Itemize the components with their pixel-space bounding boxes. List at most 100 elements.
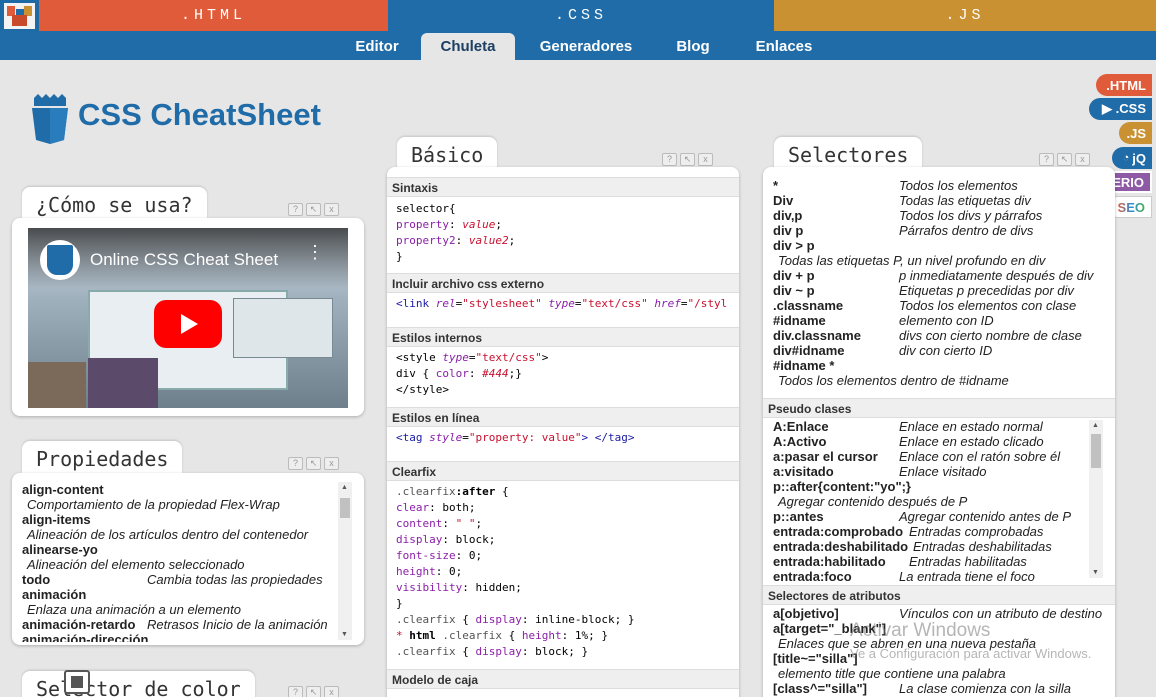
expand-icon[interactable]: ↖ — [306, 203, 321, 216]
panel-propiedades: align-content Comportamiento de la propie… — [12, 473, 364, 645]
list-item-selector: [title~="silla"] — [773, 651, 858, 666]
pseudo-scrollbar[interactable]: ▲ ▼ — [1089, 420, 1103, 578]
list-item: align-items — [22, 512, 342, 527]
help-icon[interactable]: ? — [1039, 153, 1054, 166]
close-icon[interactable]: x — [698, 153, 713, 166]
nav-generadores[interactable]: Generadores — [531, 33, 641, 60]
section-linea: Estilos en línea — [387, 407, 739, 427]
scroll-up-icon[interactable]: ▲ — [341, 484, 348, 491]
list-item: align-content — [22, 482, 342, 497]
list-item-selector: animación — [22, 587, 87, 602]
badge-html[interactable]: .HTML — [1096, 74, 1152, 96]
list-item-description: La entrada tiene el foco — [899, 569, 1035, 581]
lang-tab-js[interactable]: .JS — [774, 0, 1156, 31]
list-item-description: Agregar contenido antes de P — [899, 509, 1072, 524]
list-item-note: elemento title que contiene una palabra — [778, 666, 1006, 681]
code-linea: <tag style="property: value"> </tag> — [396, 431, 635, 444]
scroll-up-icon[interactable]: ▲ — [1092, 422, 1099, 429]
list-item: * Todos los elementos — [773, 178, 1113, 193]
scroll-thumb[interactable] — [340, 498, 350, 518]
badge-js[interactable]: .JS — [1119, 122, 1152, 144]
help-icon[interactable]: ? — [288, 203, 303, 216]
list-item-selector: align-content — [22, 482, 104, 497]
scroll-thumb[interactable] — [1091, 434, 1101, 468]
help-icon[interactable]: ? — [288, 686, 303, 697]
list-item: entrada:habilitado Entradas habilitadas — [773, 554, 1093, 569]
list-item-selector: Div — [773, 193, 794, 208]
nav-blog[interactable]: Blog — [665, 33, 721, 60]
list-item-selector: * — [773, 178, 779, 193]
expand-icon[interactable]: ↖ — [680, 153, 695, 166]
list-item: A:Enlace Enlace en estado normal — [773, 419, 1093, 434]
list-item-description: divs con cierto nombre de clase — [899, 328, 1082, 343]
list-item: .classname Todos los elementos con clase — [773, 298, 1113, 313]
list-item: a:pasar el cursor Enlace con el ratón sob… — [773, 449, 1093, 464]
close-icon[interactable]: x — [1075, 153, 1090, 166]
list-item: [class^="silla"] La clase comienza con la… — [773, 681, 1113, 696]
close-icon[interactable]: x — [324, 203, 339, 216]
list-item: div ~ p Etiquetas p precedidas por div — [773, 283, 1113, 298]
list-item-note: Agregar contenido después de P — [778, 494, 968, 509]
list-item: animación-retardo Retrasos Inicio de la a… — [22, 617, 342, 632]
list-item-description: div con cierto ID — [899, 343, 993, 358]
panel-controls: ? ↖ x — [288, 203, 339, 216]
panel-tab-como: ¿Cómo se usa? — [22, 187, 207, 219]
channel-avatar — [40, 240, 80, 280]
list-item: animación-dirección — [22, 632, 342, 642]
expand-icon[interactable]: ↖ — [1057, 153, 1072, 166]
code-externo: <link rel="stylesheet" type="text/css" h… — [396, 297, 728, 310]
youtube-play-icon[interactable] — [154, 300, 222, 348]
badge-jquery[interactable]: ◔ jQ — [1112, 147, 1152, 169]
section-pseudo: Pseudo clases — [763, 398, 1115, 418]
list-item: alinearse-yo — [22, 542, 342, 557]
list-item: entrada:foco La entrada tiene el foco — [773, 569, 1093, 581]
list-item-selector: p::antes — [773, 509, 824, 524]
properties-scrollbar[interactable]: ▲ ▼ — [338, 482, 352, 640]
list-item-description: Todos los divs y párrafos — [899, 208, 1043, 223]
list-item-selector: div ~ p — [773, 283, 815, 298]
section-clearfix: Clearfix — [387, 461, 739, 481]
video-thumbnail[interactable]: Online CSS Cheat Sheet ⋮ — [28, 228, 348, 408]
panel-tab-selectores: Selectores — [774, 137, 923, 169]
more-icon[interactable]: ⋮ — [306, 243, 324, 261]
lang-tab-css[interactable]: .CSS — [388, 0, 774, 31]
list-item-selector: animación-retardo — [22, 617, 136, 632]
list-item-selector: div.classname — [773, 328, 861, 343]
list-item-selector: A:Activo — [773, 434, 827, 449]
nav-chuleta[interactable]: Chuleta — [421, 33, 515, 60]
color-swatch-icon[interactable] — [64, 670, 90, 694]
list-item-description: Enlace visitado — [899, 464, 987, 479]
section-internos: Estilos internos — [387, 327, 739, 347]
scroll-down-icon[interactable]: ▼ — [341, 631, 348, 638]
jquery-icon: ◔ — [1122, 152, 1130, 164]
nav-enlaces[interactable]: Enlaces — [745, 33, 823, 60]
badge-css[interactable]: ▶ .CSS — [1089, 98, 1152, 120]
list-item-description: p inmediatamente después de div — [899, 268, 1094, 283]
panel-controls: ? ↖ x — [662, 153, 713, 166]
panel-tab-color: Selector de color — [22, 671, 255, 697]
help-icon[interactable]: ? — [288, 457, 303, 470]
list-item: Div Todas las etiquetas div — [773, 193, 1113, 208]
lang-tab-html[interactable]: .HTML — [39, 0, 388, 31]
close-icon[interactable]: x — [324, 686, 339, 697]
list-item-description: Párrafos dentro de divs — [899, 223, 1034, 238]
expand-icon[interactable]: ↖ — [306, 686, 321, 697]
close-icon[interactable]: x — [324, 457, 339, 470]
list-item-note: Todas las etiquetas P, un nivel profundo… — [778, 253, 1046, 268]
help-icon[interactable]: ? — [662, 153, 677, 166]
windows-watermark-sub: Ve a Configuración para activar Windows. — [850, 646, 1092, 661]
logo-icon — [4, 2, 35, 29]
list-item: div.classname divs con cierto nombre de c… — [773, 328, 1113, 343]
nav-editor[interactable]: Editor — [343, 33, 411, 60]
list-item: div#idname div con cierto ID — [773, 343, 1113, 358]
list-item-selector: align-items — [22, 512, 91, 527]
css-shield-icon — [30, 92, 70, 151]
list-item-selector: .classname — [773, 298, 844, 313]
list-item-description: Retrasos Inicio de la animación — [147, 617, 328, 632]
site-logo[interactable] — [0, 0, 39, 31]
list-item: p::antes Agregar contenido antes de P — [773, 509, 1093, 524]
section-atributos: Selectores de atributos — [763, 585, 1115, 605]
properties-list: align-content Comportamiento de la propie… — [22, 482, 342, 642]
expand-icon[interactable]: ↖ — [306, 457, 321, 470]
scroll-down-icon[interactable]: ▼ — [1092, 569, 1099, 576]
